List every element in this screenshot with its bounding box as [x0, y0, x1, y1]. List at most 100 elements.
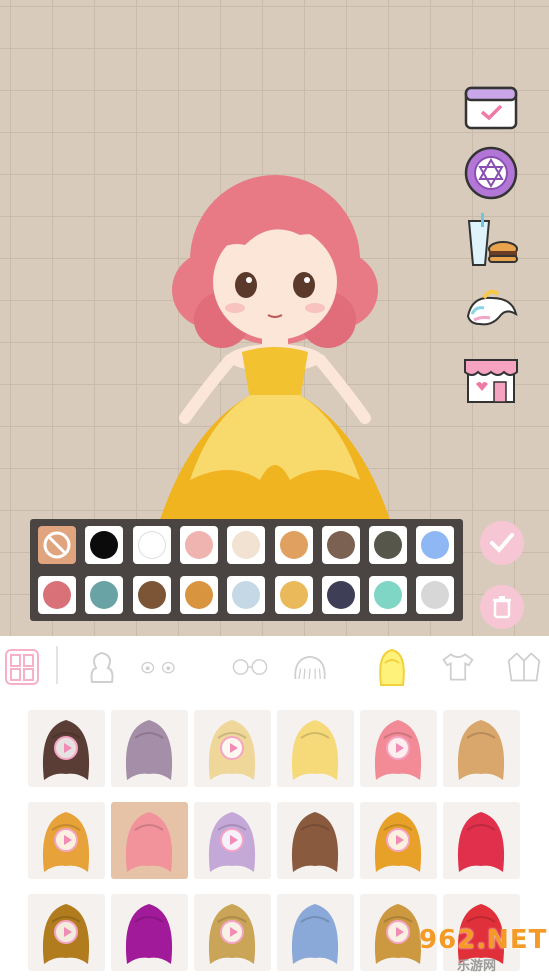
- color-swatch[interactable]: [369, 526, 408, 564]
- hair-option[interactable]: [277, 710, 354, 787]
- color-dot: [279, 581, 308, 609]
- confirm-button[interactable]: [480, 521, 524, 565]
- color-swatch[interactable]: [321, 526, 360, 564]
- color-dot: [43, 581, 71, 609]
- category-glasses[interactable]: [232, 650, 268, 684]
- watermark-sub: 乐游网: [457, 958, 497, 973]
- color-swatch[interactable]: [85, 526, 124, 564]
- color-dot: [90, 531, 119, 559]
- color-swatch[interactable]: [179, 576, 218, 614]
- hair-option[interactable]: [277, 802, 354, 879]
- color-swatch[interactable]: [416, 576, 455, 614]
- magic-circle-icon: [464, 146, 518, 200]
- glasses-icon: [232, 659, 268, 675]
- color-swatch[interactable]: [227, 526, 266, 564]
- hair-option[interactable]: [28, 894, 105, 971]
- play-video-icon: [220, 828, 244, 852]
- magic-circle-button[interactable]: [462, 144, 520, 202]
- hair-style-icon: [125, 720, 173, 780]
- play-video-icon: [386, 920, 410, 944]
- color-swatch[interactable]: [132, 576, 171, 614]
- hair-option[interactable]: [28, 710, 105, 787]
- color-dot: [421, 531, 450, 559]
- hair-option[interactable]: [194, 802, 271, 879]
- shop-icon: [464, 359, 518, 403]
- play-video-icon: [54, 736, 78, 760]
- hair-option[interactable]: [360, 710, 437, 787]
- hair-style-icon: [291, 720, 339, 780]
- hat-icon: [294, 655, 326, 680]
- grid-icon: [5, 649, 39, 685]
- calendar-icon: [464, 86, 518, 130]
- body-icon: [90, 651, 114, 683]
- color-swatch[interactable]: [321, 576, 360, 614]
- category-shirt[interactable]: [440, 650, 476, 684]
- color-swatch[interactable]: [179, 526, 218, 564]
- jacket-icon: [507, 652, 541, 682]
- category-bar: [0, 636, 549, 696]
- color-dot: [326, 531, 355, 559]
- unicorn-icon: [466, 289, 518, 326]
- play-video-icon: [54, 920, 78, 944]
- color-swatch[interactable]: [85, 576, 124, 614]
- shop-button[interactable]: [462, 350, 520, 408]
- category-body[interactable]: [84, 650, 120, 684]
- color-swatch[interactable]: [38, 576, 76, 614]
- hair-icon: [379, 648, 405, 686]
- category-eyes[interactable]: [140, 650, 176, 684]
- color-dot: [326, 581, 355, 609]
- eyes-icon: [141, 661, 175, 674]
- color-palette: [30, 519, 463, 621]
- hair-option[interactable]: [360, 802, 437, 879]
- hair-option[interactable]: [111, 894, 188, 971]
- hair-option[interactable]: [111, 710, 188, 787]
- category-jacket[interactable]: [506, 650, 542, 684]
- color-swatch[interactable]: [227, 576, 266, 614]
- hair-option[interactable]: [28, 802, 105, 879]
- unicorn-button[interactable]: [462, 280, 520, 338]
- color-dot: [184, 581, 213, 609]
- play-video-icon: [54, 828, 78, 852]
- color-dot: [137, 581, 166, 609]
- watermark: 962.NET 乐游网: [415, 925, 548, 973]
- color-dot: [184, 531, 213, 559]
- check-icon: [490, 533, 514, 553]
- category-hat[interactable]: [292, 650, 328, 684]
- category-hair[interactable]: [374, 648, 410, 686]
- hair-style-icon: [291, 812, 339, 872]
- delete-button[interactable]: [480, 585, 524, 629]
- color-swatch[interactable]: [132, 526, 171, 564]
- hair-option[interactable]: [111, 802, 188, 879]
- play-video-icon: [386, 736, 410, 760]
- color-swatch[interactable]: [274, 576, 313, 614]
- hair-option[interactable]: [194, 710, 271, 787]
- play-video-icon: [386, 828, 410, 852]
- color-dot: [232, 531, 261, 559]
- hair-option[interactable]: [194, 894, 271, 971]
- color-dot: [374, 581, 403, 609]
- calendar-button[interactable]: [462, 78, 520, 136]
- color-dot: [90, 581, 119, 609]
- grid-menu-button[interactable]: [4, 649, 40, 685]
- hair-style-icon: [125, 812, 173, 872]
- color-dot: [279, 531, 308, 559]
- food-drink-button[interactable]: [462, 210, 520, 268]
- color-swatch[interactable]: [38, 526, 76, 564]
- trash-icon: [493, 596, 511, 619]
- hair-option[interactable]: [277, 894, 354, 971]
- color-swatch[interactable]: [274, 526, 313, 564]
- hair-style-icon: [457, 812, 505, 872]
- hair-style-icon: [291, 904, 339, 964]
- hair-style-icon: [457, 720, 505, 780]
- food-drink-icon: [467, 213, 518, 266]
- color-dot: [137, 531, 166, 559]
- character-doll: [160, 175, 390, 520]
- color-dot: [374, 531, 403, 559]
- color-swatch[interactable]: [416, 526, 455, 564]
- hair-option[interactable]: [443, 710, 520, 787]
- color-dot: [232, 581, 261, 609]
- watermark-number: 962.NET: [419, 925, 548, 955]
- color-swatch[interactable]: [369, 576, 408, 614]
- no-color-icon: [43, 531, 71, 559]
- hair-option[interactable]: [443, 802, 520, 879]
